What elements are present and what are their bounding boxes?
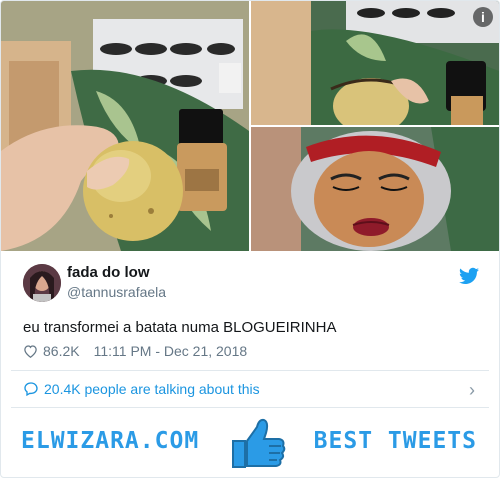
tweet-meta: 86.2K 11:11 PM - Dec 21, 2018 [23,343,247,359]
info-icon[interactable]: i [473,7,493,27]
speech-bubble-icon [24,382,38,397]
tweet-text: eu transformei a batata numa BLOGUEIRINH… [23,319,337,336]
conversation-link[interactable]: 20.4K people are talking about this [23,381,260,397]
divider [11,370,489,371]
divider [11,407,489,408]
twitter-bird-icon[interactable] [459,267,479,285]
footer-tagline: BEST TWEETS [313,428,477,454]
conversation-label[interactable]: 20.4K people are talking about this [44,381,260,397]
thumbs-up-icon [232,418,286,468]
avatar[interactable] [23,264,61,302]
heart-icon[interactable] [23,344,38,358]
photo-potato-hand[interactable] [1,1,249,251]
photo-lashes-potato[interactable]: i [251,1,499,125]
chevron-right-icon[interactable]: › [469,380,475,401]
photo-potato-blogueirinha[interactable] [251,127,499,251]
author-handle[interactable]: @tannusrafaela [67,284,166,300]
tweet-card: i fada do low @tannusrafaela eu transfor… [0,0,500,478]
tweet-timestamp[interactable]: 11:11 PM - Dec 21, 2018 [94,343,248,359]
like-count[interactable]: 86.2K [43,343,80,359]
tweet-media-grid[interactable]: i [1,1,499,251]
footer-banner: ELWIZARA.COM BEST TWEETS [1,411,499,477]
author-name[interactable]: fada do low [67,264,150,281]
footer-site-name: ELWIZARA.COM [21,428,200,454]
